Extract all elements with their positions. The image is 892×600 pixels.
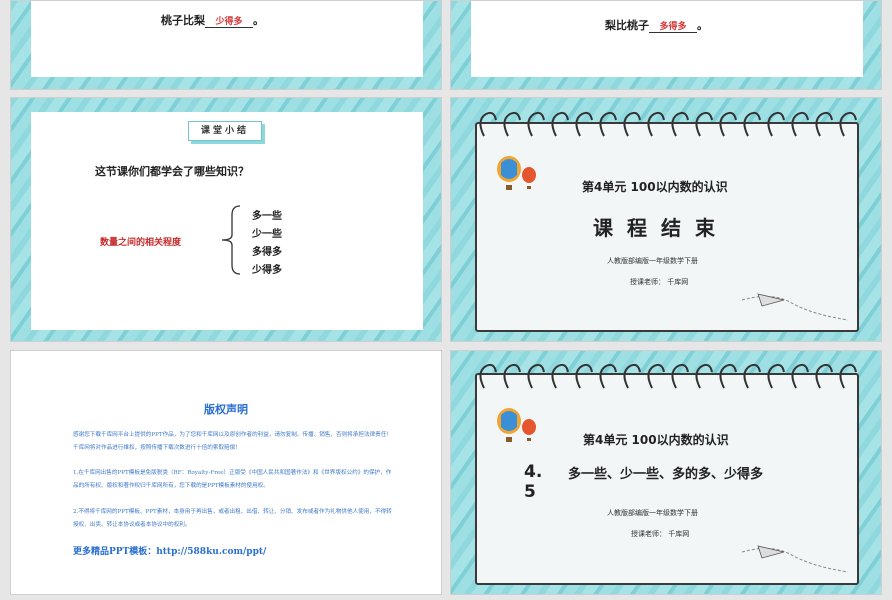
more-templates-link: 更多精品PPT模板：http://588ku.com/ppt/ xyxy=(73,547,267,557)
hot-air-balloon-icon xyxy=(497,156,536,190)
lesson-number: 4.5 xyxy=(524,462,543,502)
teacher-text: 授课老师： 千库网 xyxy=(631,530,690,538)
summary-question: 这节课你们都学会了哪些知识？ xyxy=(95,165,249,178)
summary-option: 少一些 xyxy=(252,229,282,240)
slide-thumbnail-copyright[interactable]: 版权声明 感谢您下载千库网平台上提供的PPT作品，为了您和千库网以及原创作者的利… xyxy=(10,350,442,595)
copyright-paragraph-1: 感谢您下载千库网平台上提供的PPT作品，为了您和千库网以及原创作者的利益，请勿复… xyxy=(73,432,392,451)
spiral-rings-icon xyxy=(479,111,857,137)
sentence-prefix: 桃子比梨 xyxy=(161,14,205,27)
copyright-paragraph-2: 1.在千库网出售的PPT模板是免版税类（RF：Royalty-Free）正版受《… xyxy=(73,470,392,489)
slide-thumbnail-1[interactable]: 桃子比梨 少得多。 xyxy=(10,0,442,90)
answer-blank: 少得多 xyxy=(205,14,253,28)
summary-option: 多得多 xyxy=(252,247,282,258)
summary-option: 少得多 xyxy=(252,265,282,276)
sentence-suffix: 。 xyxy=(697,19,708,32)
publisher-text: 人教版部编版一年级数学下册 xyxy=(607,257,698,265)
paper-plane-icon xyxy=(741,293,849,321)
unit-title: 第4单元 100以内数的认识 xyxy=(582,180,728,194)
hot-air-balloon-icon xyxy=(497,408,536,442)
summary-topic: 数量之间的相关程度 xyxy=(100,238,182,248)
spiral-rings-icon xyxy=(479,363,857,389)
brace-icon xyxy=(221,205,241,275)
copyright-paragraph-3: 2.不得将千库网的PPT模板、PPT素材，本身用于再出售，或者出租、出借、转让、… xyxy=(73,509,392,528)
slide-thumbnail-2[interactable]: 梨比桃子 多得多。 xyxy=(450,0,882,90)
ending-title: 课程结束 xyxy=(593,216,729,240)
comparison-sentence: 桃子比梨 少得多。 xyxy=(161,12,264,28)
unit-title: 第4单元 100以内数的认识 xyxy=(583,433,729,447)
copyright-title: 版权声明 xyxy=(204,403,248,416)
paper-plane-icon xyxy=(741,545,849,573)
slide-content-panel xyxy=(471,1,863,77)
summary-option: 多一些 xyxy=(252,211,282,222)
section-tag: 课堂小结 xyxy=(188,121,262,141)
lesson-title: 多一些、少一些、多的多、少得多 xyxy=(568,467,764,482)
answer-blank: 多得多 xyxy=(649,19,697,33)
publisher-text: 人教版部编版一年级数学下册 xyxy=(607,509,698,517)
sentence-suffix: 。 xyxy=(253,14,264,27)
comparison-sentence: 梨比桃子 多得多。 xyxy=(605,17,708,33)
teacher-text: 授课老师： 千库网 xyxy=(630,278,689,286)
sentence-prefix: 梨比桃子 xyxy=(605,19,649,32)
